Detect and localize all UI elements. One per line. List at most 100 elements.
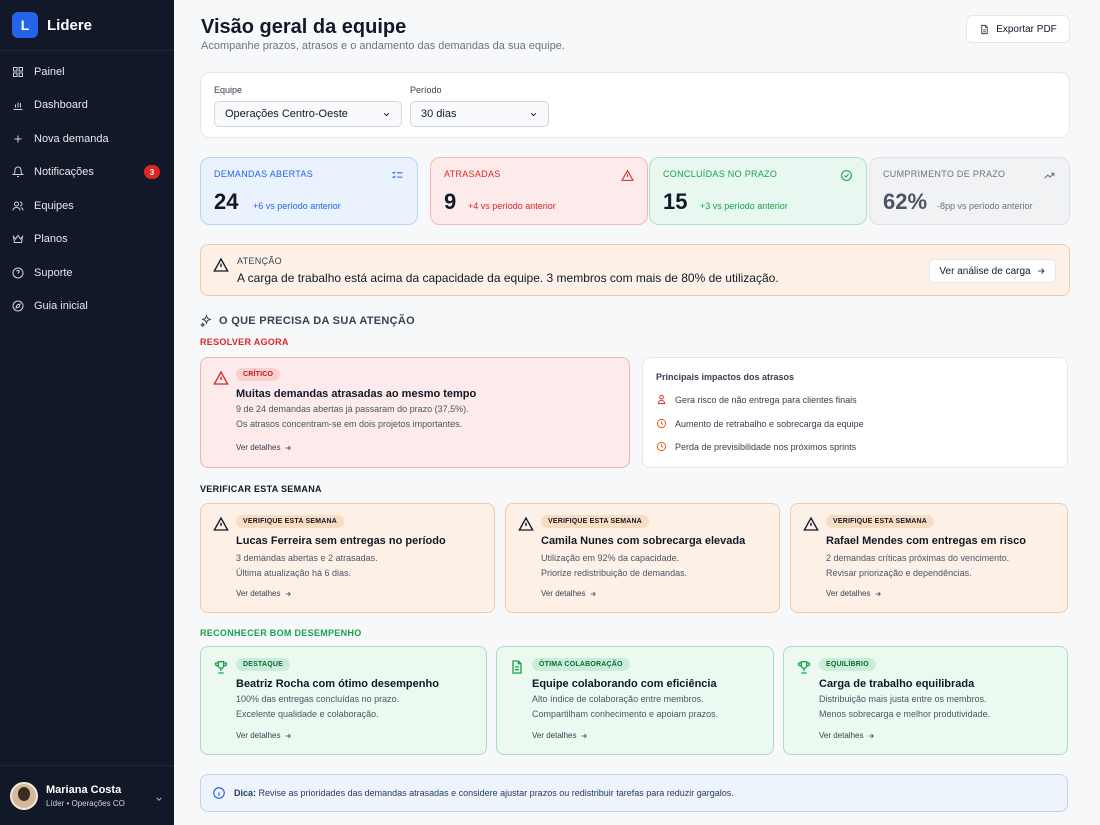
view-details-link[interactable]: Ver detalhes (826, 589, 882, 598)
user-menu[interactable]: Mariana Costa Líder • Operações CO (0, 765, 174, 825)
kpi-value: 62% (883, 189, 928, 214)
warning-icon (518, 516, 534, 532)
view-load-analysis-button[interactable]: Ver análise de carga (929, 259, 1056, 283)
card-title: Rafael Mendes com entregas em risco (826, 535, 1026, 547)
card-line: Compartilham conhecimento e apoiam prazo… (532, 709, 719, 719)
chevron-down-icon[interactable] (154, 791, 164, 801)
warning-icon (621, 169, 634, 182)
team-filter-label: Equipe (214, 85, 243, 95)
verify-card[interactable]: VERIFIQUE ESTA SEMANA Rafael Mendes com … (790, 503, 1068, 613)
card-line: 9 de 24 demandas abertas já passaram do … (236, 404, 469, 414)
arrow-right-icon (286, 733, 292, 738)
sidebar-item-suporte[interactable]: Suporte (0, 256, 174, 290)
crown-icon (12, 233, 24, 245)
sidebar-item-notificacoes[interactable]: Notificações 3 (0, 156, 174, 190)
warning-icon (213, 370, 229, 386)
period-select[interactable]: 30 dias (410, 101, 549, 127)
verify-badge: VERIFIQUE ESTA SEMANA (826, 515, 935, 528)
card-line: 2 demandas críticas próximas do vencimen… (826, 553, 1010, 563)
attention-section-heading: O QUE PRECISA DA SUA ATENÇÃO (200, 314, 415, 327)
card-title: Camila Nunes com sobrecarga elevada (541, 535, 746, 547)
arrow-right-icon (582, 733, 588, 738)
plus-icon (12, 133, 24, 145)
sidebar-item-planos[interactable]: Planos (0, 223, 174, 257)
view-details-link[interactable]: Ver detalhes (236, 731, 292, 740)
view-details-link[interactable]: Ver detalhes (819, 731, 875, 740)
page-subtitle: Acompanhe prazos, atrasos e o andamento … (201, 40, 565, 52)
arrow-right-icon (286, 591, 292, 596)
view-details-link[interactable]: Ver detalhes (236, 443, 292, 452)
alert-text: A carga de trabalho está acima da capaci… (237, 271, 779, 285)
app-logo: L (12, 12, 38, 38)
main-content: Visão geral da equipe Acompanhe prazos, … (174, 0, 1100, 825)
team-filter: Equipe Operações Centro-Oeste (214, 85, 402, 127)
kpi-value: 15 (663, 189, 688, 214)
kpi-delta: +6 vs período anterior (253, 201, 341, 211)
kpi-label: DEMANDAS ABERTAS (214, 169, 313, 179)
kpi-completed-on-time[interactable]: CONCLUÍDAS NO PRAZO 15 +3 vs período ant… (649, 157, 867, 225)
view-load-analysis-label: Ver análise de carga (939, 265, 1031, 277)
card-title: Muitas demandas atrasadas ao mesmo tempo (236, 388, 477, 400)
verify-card[interactable]: VERIFIQUE ESTA SEMANA Camila Nunes com s… (505, 503, 780, 613)
document-icon (509, 659, 525, 675)
sidebar-item-equipes[interactable]: Equipes (0, 189, 174, 223)
kpi-overdue[interactable]: ATRASADAS 9 +4 vs período anterior (430, 157, 648, 225)
export-pdf-button[interactable]: Exportar PDF (966, 15, 1070, 43)
kpi-value: 24 (214, 189, 239, 214)
help-icon (12, 267, 24, 279)
workload-alert: ATENÇÃO A carga de trabalho está acima d… (200, 244, 1070, 296)
recognition-badge: DESTAQUE (236, 658, 290, 671)
kpi-label: CONCLUÍDAS NO PRAZO (663, 169, 778, 179)
view-details-link[interactable]: Ver detalhes (532, 731, 588, 740)
export-pdf-label: Exportar PDF (996, 23, 1057, 35)
section-title: O QUE PRECISA DA SUA ATENÇÃO (219, 314, 416, 327)
verify-badge: VERIFIQUE ESTA SEMANA (541, 515, 650, 528)
view-details-label: Ver detalhes (236, 589, 281, 598)
notification-count-badge: 3 (144, 165, 160, 180)
period-filter: Período 30 dias (410, 85, 549, 127)
sidebar-item-label: Nova demanda (34, 132, 109, 145)
verify-card[interactable]: VERIFIQUE ESTA SEMANA Lucas Ferreira sem… (200, 503, 495, 613)
recognition-card[interactable]: ÓTIMA COLABORAÇÃO Equipe colaborando com… (496, 646, 774, 755)
impact-text: Gera risco de não entrega para clientes … (675, 394, 857, 405)
tip-banner: Dica: Revise as prioridades das demandas… (200, 774, 1068, 812)
impact-item: Aumento de retrabalho e sobrecarga da eq… (656, 418, 864, 429)
view-details-label: Ver detalhes (826, 589, 871, 598)
page-title: Visão geral da equipe (201, 16, 407, 38)
user-info: Mariana Costa Líder • Operações CO (46, 784, 154, 808)
verify-week-label: VERIFICAR ESTA SEMANA (200, 484, 322, 494)
chevron-down-icon (383, 112, 390, 116)
arrow-right-icon (1037, 268, 1045, 274)
warning-icon (213, 516, 229, 532)
view-details-link[interactable]: Ver detalhes (541, 589, 597, 598)
impacts-title: Principais impactos dos atrasos (656, 372, 795, 382)
sidebar-item-painel[interactable]: Painel (0, 55, 174, 89)
sidebar: L Lidere Painel Dashboard Nova demanda N… (0, 0, 174, 825)
clock-icon (656, 441, 667, 452)
sidebar-item-label: Planos (34, 233, 68, 246)
sidebar-item-dashboard[interactable]: Dashboard (0, 89, 174, 123)
kpi-open-demands[interactable]: DEMANDAS ABERTAS 24 +6 vs período anteri… (200, 157, 418, 225)
recognition-card[interactable]: DESTAQUE Beatriz Rocha com ótimo desempe… (200, 646, 487, 755)
sidebar-item-nova-demanda[interactable]: Nova demanda (0, 122, 174, 156)
trophy-icon (213, 659, 229, 675)
recognition-card[interactable]: EQUILÍBRIO Carga de trabalho equilibrada… (783, 646, 1068, 755)
recognition-badge: EQUILÍBRIO (819, 658, 876, 671)
sidebar-item-guia-inicial[interactable]: Guia inicial (0, 290, 174, 324)
trophy-icon (796, 659, 812, 675)
bell-icon (12, 166, 24, 178)
brand[interactable]: L Lidere (0, 0, 174, 51)
compass-icon (12, 300, 24, 312)
team-select[interactable]: Operações Centro-Oeste (214, 101, 402, 127)
recognition-badge: ÓTIMA COLABORAÇÃO (532, 658, 630, 671)
sidebar-item-label: Guia inicial (34, 300, 88, 313)
card-line: 3 demandas abertas e 2 atrasadas. (236, 553, 378, 563)
kpi-deadline-compliance[interactable]: CUMPRIMENTO DE PRAZO 62% -8pp vs período… (869, 157, 1070, 225)
period-filter-label: Período (410, 85, 442, 95)
critical-badge: CRÍTICO (236, 368, 281, 381)
card-line: Priorize redistribuição de demandas. (541, 568, 688, 578)
sidebar-item-label: Suporte (34, 266, 73, 279)
view-details-link[interactable]: Ver detalhes (236, 589, 292, 598)
critical-card[interactable]: CRÍTICO Muitas demandas atrasadas ao mes… (200, 357, 630, 468)
sidebar-item-label: Equipes (34, 199, 74, 212)
